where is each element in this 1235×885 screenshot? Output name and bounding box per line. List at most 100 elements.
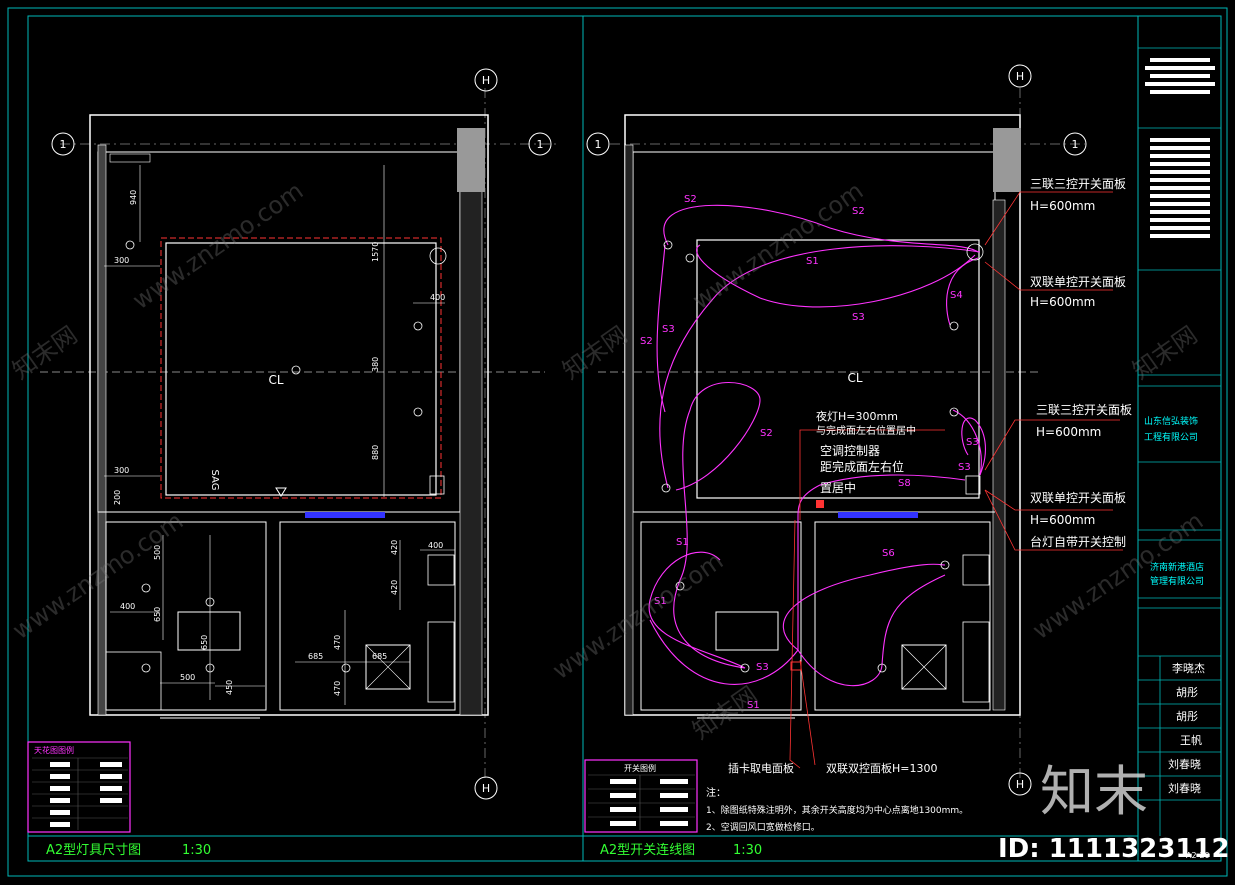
signature: 李晓杰 — [1172, 661, 1205, 675]
legend-left-title: 天花图图例 — [34, 745, 74, 755]
switch-note: 置居中 — [820, 480, 856, 495]
signature: 胡彤 — [1176, 709, 1198, 723]
dim-text: 300 — [114, 256, 129, 265]
axis-labels: H 1 1 H H 1 1 H CL CL SAG — [60, 70, 1079, 795]
right-scale: 1:30 — [733, 843, 762, 858]
dim-text: 880 — [371, 445, 380, 460]
left-title: A2型灯具尺寸图 — [46, 843, 141, 858]
circuit-label: S8 — [898, 478, 911, 489]
watermark-site-cn: 知末网 — [7, 321, 82, 385]
dim-text: 685 — [308, 652, 323, 661]
watermark-site: www.znzmo.com — [547, 547, 728, 685]
dim-text: 500 — [180, 673, 195, 682]
switch-note: 双联单控开关面板 — [1030, 275, 1126, 289]
switch-note: H=600mm — [1030, 199, 1095, 213]
watermark-brand: 知末 — [1040, 760, 1148, 823]
watermark-site-cn: 知末网 — [557, 321, 632, 385]
switch-note: 双联双控面板H=1300 — [826, 761, 937, 775]
dim-text: 470 — [333, 681, 342, 696]
circuit-label: S3 — [966, 437, 979, 448]
switch-note: 距完成面左右位 — [820, 459, 904, 474]
company-name: 工程有限公司 — [1144, 431, 1198, 443]
legend-right-title: 开关图例 — [624, 763, 656, 773]
dim-text: 420 — [390, 580, 399, 595]
dim-text: 450 — [225, 680, 234, 695]
right-title: A2型开关连线图 — [600, 842, 695, 858]
dim-text: 940 — [129, 190, 138, 205]
circuit-label: S4 — [950, 290, 963, 301]
dim-text: 400 — [120, 602, 135, 611]
watermarks: www.znzmo.com www.znzmo.com www.znzmo.co… — [7, 177, 1208, 745]
circuit-label: S3 — [852, 312, 865, 323]
dim-text: 200 — [113, 490, 122, 505]
signature: 刘春晓 — [1168, 758, 1201, 771]
dim-text: 300 — [114, 466, 129, 475]
circuit-label: S3 — [662, 324, 675, 335]
circuit-label: S6 — [882, 548, 895, 559]
title-block-bars — [1145, 58, 1215, 238]
cl-label: CL — [268, 373, 283, 387]
title-block-texts: 山东信弘装饰 工程有限公司 济南新港酒店 管理有限公司 李晓杰 胡彤 胡彤 王帆… — [1144, 415, 1210, 860]
watermark-id: ID: 1111323112 — [998, 834, 1230, 864]
switch-note: 与完成面左右位置居中 — [816, 424, 916, 437]
legend-left-grid — [32, 757, 128, 830]
switch-note: H=600mm — [1030, 295, 1095, 309]
title-texts: A2型灯具尺寸图 1:30 A2型开关连线图 1:30 — [46, 842, 762, 858]
dim-text: 1570 — [371, 242, 380, 262]
watermark-site: www.znzmo.com — [127, 177, 308, 315]
company-name: 山东信弘装饰 — [1144, 415, 1198, 427]
axis-h-label: H — [1016, 778, 1024, 791]
cl-label: CL — [847, 371, 862, 385]
watermark-site: www.znzmo.com — [687, 177, 868, 315]
switch-note: 台灯自带开关控制 — [1030, 534, 1126, 549]
switch-note: H=600mm — [1036, 425, 1101, 439]
axis-1-label: 1 — [1072, 138, 1079, 151]
circuit-label: S2 — [684, 194, 697, 205]
legend-right-swatches — [610, 779, 688, 826]
note-2: 2、空调回风口宽做检修口。 — [706, 821, 820, 833]
legend-titles: 天花图图例 开关图例 — [34, 745, 656, 773]
left-scale: 1:30 — [182, 843, 211, 858]
switch-note: H=600mm — [1030, 513, 1095, 527]
axis-1-label: 1 — [60, 138, 67, 151]
circuit-label: S1 — [676, 537, 689, 548]
watermark-site-cn: 知末网 — [687, 681, 762, 745]
circuit-label: S1 — [806, 256, 819, 267]
signature: 胡彤 — [1176, 685, 1198, 699]
dim-text: 650 — [200, 635, 209, 650]
legend-left-swatches — [50, 762, 122, 827]
circuit-label: S3 — [958, 462, 971, 473]
switch-note: 双联单控开关面板 — [1030, 491, 1126, 505]
dim-text: 470 — [333, 635, 342, 650]
circuit-label: S3 — [756, 662, 769, 673]
axis-h-label: H — [482, 74, 490, 87]
watermark-site: www.znzmo.com — [1027, 507, 1208, 645]
signature: 刘春晓 — [1168, 782, 1201, 795]
dim-text: 420 — [390, 540, 399, 555]
notes: 注： 1、除图纸特殊注明外，其余开关高度均为中心点离地1300mm。 2、空调回… — [706, 786, 968, 833]
notes-head: 注： — [706, 786, 726, 799]
note-1: 1、除图纸特殊注明外，其余开关高度均为中心点离地1300mm。 — [706, 804, 968, 816]
signature: 王帆 — [1180, 733, 1202, 747]
circuit-label: S2 — [640, 336, 653, 347]
axis-h-label: H — [482, 782, 490, 795]
dim-text: 400 — [428, 541, 443, 550]
axis-1-label: 1 — [595, 138, 602, 151]
circuit-labels: S1 S1 S1 S1 S2 S2 S2 S2 S3 S3 S3 S3 S3 S… — [640, 194, 979, 711]
switch-note: 三联三控开关面板 — [1036, 403, 1132, 417]
switch-note: 插卡取电面板 — [728, 761, 794, 775]
switch-note: 空调控制器 — [820, 444, 880, 458]
dim-text: 685 — [372, 652, 387, 661]
dim-text: 650 — [153, 607, 162, 622]
dim-text: 380 — [371, 357, 380, 372]
sag-label: SAG — [209, 470, 220, 491]
circuit-label: S2 — [760, 428, 773, 439]
dim-text: 400 — [430, 293, 445, 302]
axis-h-label: H — [1016, 70, 1024, 83]
cad-drawing: A2型灯具尺寸图 1:30 A2型开关连线图 1:30 H 1 1 H H 1 … — [7, 7, 1230, 877]
switch-note: 三联三控开关面板 — [1030, 177, 1126, 191]
axis-1-label: 1 — [537, 138, 544, 151]
client-name: 管理有限公司 — [1150, 575, 1204, 587]
switch-note: 夜灯H=300mm — [816, 409, 898, 423]
outer-frame — [7, 7, 1228, 877]
